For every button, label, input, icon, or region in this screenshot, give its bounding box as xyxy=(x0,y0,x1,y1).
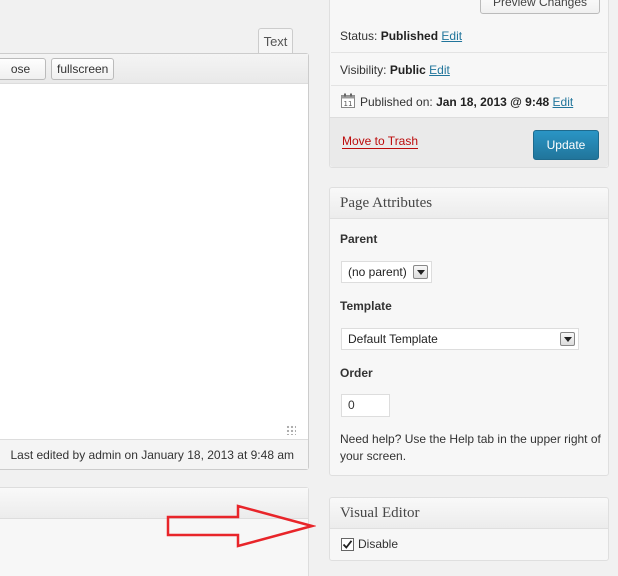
publish-actions: Move to Trash Update xyxy=(330,117,608,167)
content-textarea[interactable] xyxy=(0,85,308,437)
checkmark-icon xyxy=(342,539,353,549)
visibility-row: Visibility: Public Edit xyxy=(340,63,450,77)
tab-text[interactable]: Text xyxy=(258,28,293,54)
disable-label: Disable xyxy=(358,537,399,551)
template-select-value: Default Template xyxy=(348,332,438,346)
order-input[interactable]: 0 xyxy=(341,394,390,417)
chevron-down-icon xyxy=(560,332,575,346)
edit-published-link[interactable]: Edit xyxy=(553,95,574,109)
status-row: Status: Published Edit xyxy=(340,29,462,43)
page-attributes-title[interactable]: Page Attributes xyxy=(330,188,608,219)
chevron-down-icon xyxy=(413,265,428,279)
annotation-arrow-icon xyxy=(166,504,316,548)
template-select[interactable]: Default Template xyxy=(341,328,579,350)
fullscreen-button[interactable]: fullscreen xyxy=(51,58,114,80)
calendar-icon: 11 xyxy=(341,93,355,108)
edit-visibility-link[interactable]: Edit xyxy=(429,63,450,77)
status-label: Status: xyxy=(340,29,378,43)
published-on-value: Jan 18, 2013 @ 9:48 xyxy=(436,95,550,109)
close-tags-button[interactable]: ose tags xyxy=(0,58,46,96)
visual-editor-box: Visual Editor Disable xyxy=(329,497,609,561)
published-on-row: Published on: Jan 18, 2013 @ 9:48 Edit xyxy=(360,95,573,109)
visibility-value: Public xyxy=(389,63,426,77)
parent-select[interactable]: (no parent) xyxy=(341,261,432,283)
help-text: Need help? Use the Help tab in the upper… xyxy=(340,432,601,463)
preview-changes-button[interactable]: Preview Changes xyxy=(480,0,600,14)
resize-handle-icon[interactable] xyxy=(286,425,296,435)
content-editor: ose tags fullscreen Last edited by admin… xyxy=(0,53,309,470)
template-label: Template xyxy=(340,299,392,313)
publish-box: Preview Changes Status: Published Edit V… xyxy=(329,0,609,168)
disable-visual-editor-option[interactable]: Disable xyxy=(341,537,398,551)
edit-status-link[interactable]: Edit xyxy=(441,29,462,43)
parent-select-value: (no parent) xyxy=(348,265,407,279)
page-attributes-box: Page Attributes Parent (no parent) Templ… xyxy=(329,187,609,476)
divider xyxy=(331,85,607,86)
divider xyxy=(331,52,607,53)
parent-label: Parent xyxy=(340,232,378,246)
status-value: Published xyxy=(380,29,439,43)
editor-toolbar: ose tags fullscreen xyxy=(0,54,308,96)
published-on-label: Published on: xyxy=(360,95,433,109)
last-edited-status: Last edited by admin on January 18, 2013… xyxy=(0,439,308,469)
svg-text:11: 11 xyxy=(344,100,353,108)
move-to-trash-link[interactable]: Move to Trash xyxy=(342,135,419,149)
disable-checkbox[interactable] xyxy=(341,537,354,551)
order-label: Order xyxy=(340,366,373,380)
update-button[interactable]: Update xyxy=(533,130,599,160)
visibility-label: Visibility: xyxy=(340,63,387,77)
visual-editor-title[interactable]: Visual Editor xyxy=(330,498,608,529)
